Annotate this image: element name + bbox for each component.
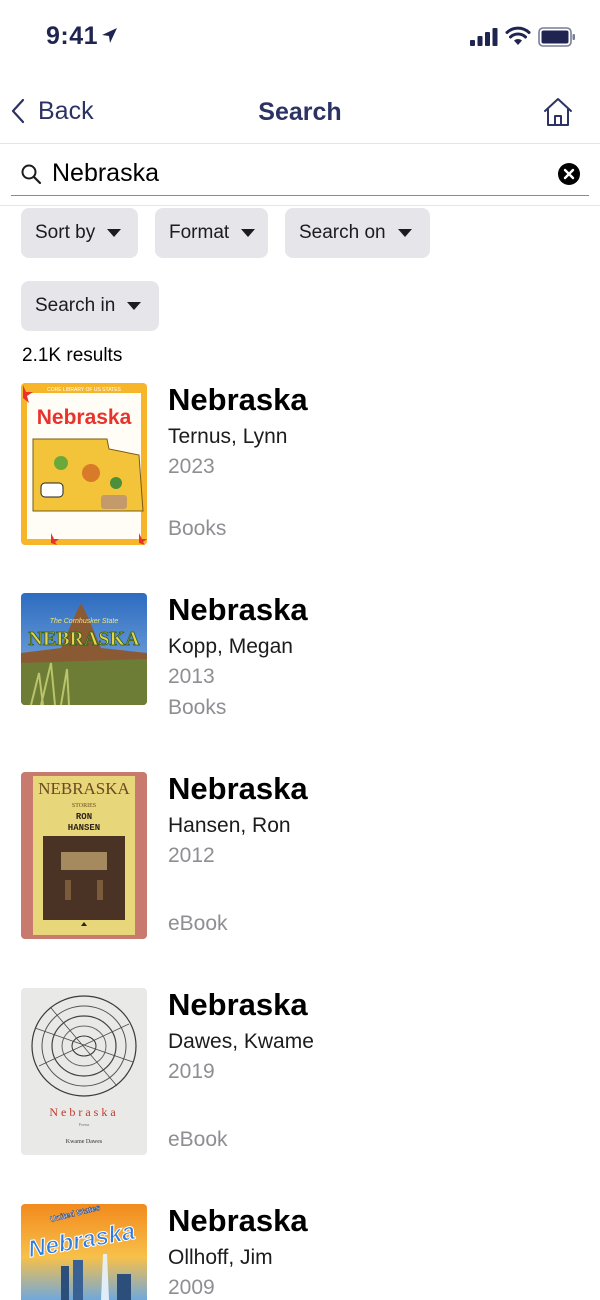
location-arrow-icon [102, 28, 117, 43]
search-on-dropdown[interactable]: Search on [285, 208, 430, 258]
svg-text:HANSEN: HANSEN [68, 823, 100, 833]
filter-row: Search in [21, 281, 159, 331]
result-info: Nebraska Ollhoff, Jim 2009 [168, 1203, 308, 1300]
cover-title-text: NEBRASKA [28, 628, 140, 650]
cover-subtitle-text: Poems [79, 1122, 90, 1127]
result-info: Nebraska Ternus, Lynn 2023 Books [168, 382, 308, 541]
search-bar [0, 144, 600, 206]
result-format: Books [168, 517, 227, 540]
cover-title-text: NEBRASKA [38, 779, 130, 798]
cellular-signal-icon [470, 28, 498, 46]
result-item[interactable]: Nebraska Poems Kwame Dawes Nebraska Dawe… [21, 988, 581, 1158]
search-on-label: Search on [299, 222, 386, 243]
svg-text:RON: RON [76, 812, 92, 822]
cover-title-text: Nebraska [37, 406, 132, 429]
result-author: Hansen, Ron [168, 814, 291, 837]
book-cover: NEBRASKA STORIES RON HANSEN [21, 772, 147, 939]
sort-by-label: Sort by [35, 222, 96, 243]
result-author: Ollhoff, Jim [168, 1246, 273, 1269]
home-icon[interactable] [542, 96, 574, 128]
search-input[interactable] [52, 153, 557, 194]
result-author: Ternus, Lynn [168, 425, 288, 448]
cover-author-text: Kwame Dawes [66, 1139, 103, 1145]
result-author: Dawes, Kwame [168, 1030, 314, 1053]
result-title: Nebraska [168, 382, 308, 417]
result-title: Nebraska [168, 592, 308, 627]
search-in-label: Search in [35, 295, 116, 316]
status-bar: 9:41 [0, 0, 600, 76]
result-item[interactable]: United States Nebraska Nebraska Ollhoff,… [21, 1204, 581, 1300]
result-item[interactable]: NEBRASKA STORIES RON HANSEN Nebraska Han… [21, 772, 581, 942]
cover-title-text: Nebraska [49, 1105, 118, 1119]
result-format: Books [168, 696, 227, 719]
result-title: Nebraska [168, 1203, 308, 1238]
result-item[interactable]: The Cornhusker State NEBRASKA Nebraska K… [21, 593, 581, 728]
result-format: eBook [168, 912, 228, 935]
result-year: 2019 [168, 1060, 215, 1083]
navigation-bar: Back Search [0, 76, 600, 144]
format-dropdown[interactable]: Format [155, 208, 268, 258]
book-cover: CORE LIBRARY OF US STATES Nebraska [21, 383, 147, 545]
caret-down-icon [397, 229, 412, 237]
result-item[interactable]: CORE LIBRARY OF US STATES Nebraska Nebra… [21, 383, 581, 548]
result-year: 2013 [168, 665, 215, 688]
result-year: 2012 [168, 844, 215, 867]
search-icon [21, 164, 42, 184]
caret-down-icon [241, 229, 256, 237]
cover-subtitle-text: STORIES [72, 803, 96, 809]
result-author: Kopp, Megan [168, 635, 293, 658]
back-label: Back [38, 96, 94, 125]
cover-series-text: CORE LIBRARY OF US STATES [47, 387, 121, 393]
cover-subtitle-text: The Cornhusker State [50, 618, 119, 625]
sort-by-dropdown[interactable]: Sort by [21, 208, 138, 258]
wifi-icon [505, 26, 531, 45]
search-in-dropdown[interactable]: Search in [21, 281, 159, 331]
book-cover: United States Nebraska [21, 1204, 147, 1300]
filter-row: Sort by Format Search on [21, 208, 430, 258]
status-time: 9:41 [46, 22, 99, 50]
book-cover: The Cornhusker State NEBRASKA [21, 593, 147, 705]
result-info: Nebraska Dawes, Kwame 2019 eBook [168, 987, 314, 1152]
chevron-left-icon [11, 98, 25, 124]
book-cover: Nebraska Poems Kwame Dawes [21, 988, 147, 1155]
result-count: 2.1K results [22, 345, 123, 366]
result-title: Nebraska [168, 987, 308, 1022]
caret-down-icon [107, 229, 122, 237]
result-year: 2023 [168, 455, 215, 478]
result-info: Nebraska Kopp, Megan 2013 Books [168, 592, 308, 720]
result-info: Nebraska Hansen, Ron 2012 eBook [168, 771, 308, 936]
result-title: Nebraska [168, 771, 308, 806]
search-field [11, 152, 589, 196]
back-button[interactable]: Back [10, 96, 94, 126]
battery-icon [538, 27, 575, 47]
clear-search-icon[interactable] [557, 162, 581, 186]
result-year: 2009 [168, 1276, 215, 1299]
format-label: Format [169, 222, 230, 243]
result-format: eBook [168, 1128, 228, 1151]
caret-down-icon [127, 302, 142, 310]
